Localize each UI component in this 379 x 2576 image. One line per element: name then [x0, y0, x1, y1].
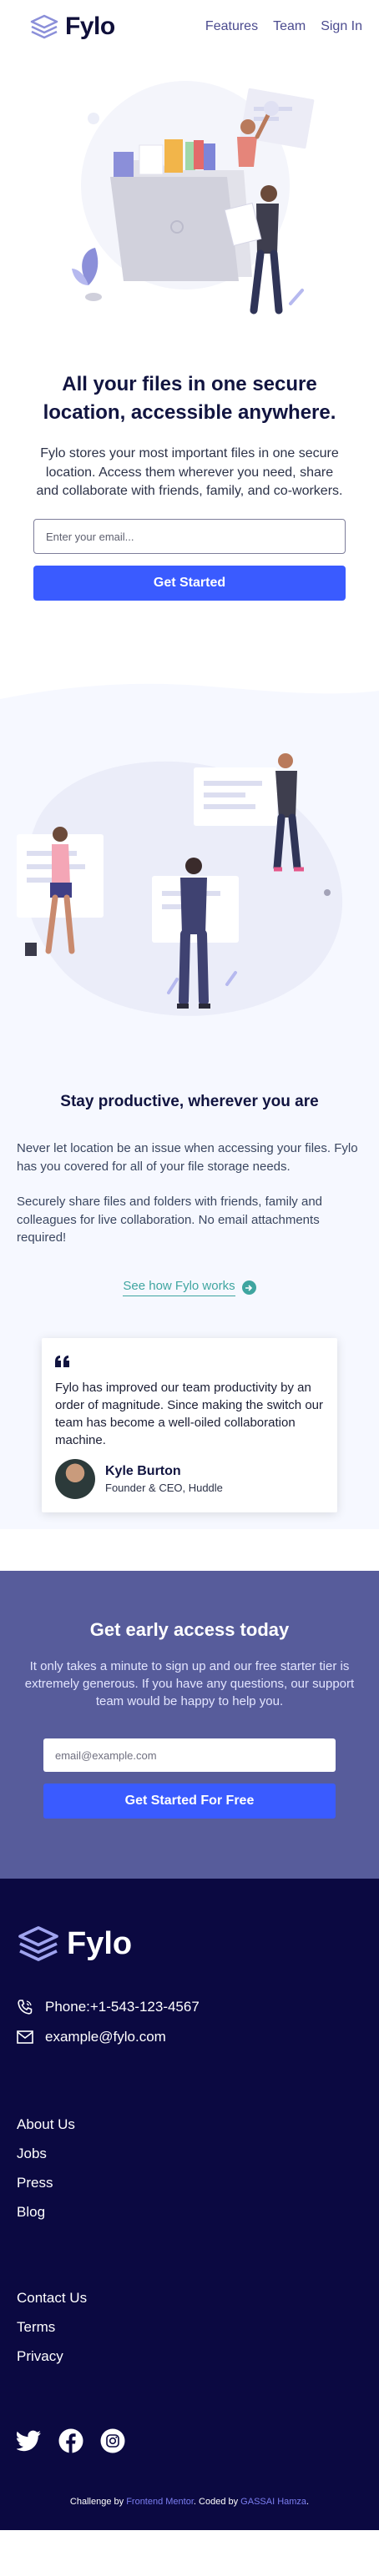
hero-text: Fylo stores your most important files in… — [36, 446, 343, 498]
author-link[interactable]: GASSAI Hamza — [240, 2497, 306, 2507]
nav-team[interactable]: Team — [273, 19, 306, 34]
site-header: Fylo Features Team Sign In — [0, 0, 379, 53]
footer-link-jobs[interactable]: Jobs — [17, 2146, 362, 2161]
footer-links-2: Contact Us Terms Privacy — [17, 2291, 362, 2363]
footer-link-blog[interactable]: Blog — [17, 2205, 362, 2219]
arrow-right-icon — [241, 1280, 256, 1296]
get-started-free-button[interactable]: Get Started For Free — [43, 1784, 336, 1819]
hero-title: All your files in one secure location, a… — [43, 373, 336, 424]
author-name: Kyle Burton — [105, 1464, 181, 1479]
main-nav: Features Team Sign In — [205, 19, 362, 34]
facebook-icon[interactable] — [58, 2428, 83, 2454]
see-how-link[interactable]: See how Fylo works — [0, 1279, 379, 1297]
attribution-middle: . Coded by — [193, 2497, 241, 2508]
wave-divider — [0, 684, 379, 707]
nav-features[interactable]: Features — [205, 19, 258, 34]
phone-text: Phone:+1-543-123-4567 — [45, 1999, 200, 2015]
phone-icon — [18, 2000, 33, 2015]
testimonial-quote: Fylo has improved our team productivity … — [55, 1381, 323, 1448]
footer-logo[interactable]: Fylo — [17, 1925, 362, 1962]
testimonial-card: Fylo has improved our team productivity … — [42, 1338, 337, 1513]
contact-phone[interactable]: Phone:+1-543-123-4567 — [17, 1999, 362, 2015]
contact-email[interactable]: example@fylo.com — [17, 2029, 362, 2045]
footer-link-terms[interactable]: Terms — [17, 2320, 362, 2334]
twitter-icon[interactable] — [17, 2430, 42, 2452]
productive-section: Stay productive, wherever you are Never … — [0, 684, 379, 1530]
logo[interactable]: Fylo — [30, 13, 115, 41]
early-access-title: Get early access today — [89, 1619, 290, 1641]
author-role: Founder & CEO, Huddle — [105, 1482, 223, 1495]
email-icon — [17, 2030, 33, 2044]
site-footer: Fylo Phone:+1-543-123-4567 example@fylo.… — [0, 1879, 379, 2531]
productive-paragraph-2: Securely share files and folders with fr… — [17, 1194, 323, 1245]
footer-link-privacy[interactable]: Privacy — [17, 2349, 362, 2363]
attribution: Challenge by Frontend Mentor. Coded by G… — [17, 2497, 362, 2507]
attribution-prefix: Challenge by — [69, 2497, 127, 2508]
productive-title: Stay productive, wherever you are — [60, 1093, 319, 1111]
nav-sign-in[interactable]: Sign In — [321, 19, 362, 34]
productive-paragraph-1: Never let location be an issue when acce… — [17, 1141, 358, 1175]
early-access-email-input[interactable]: email@example.com — [43, 1738, 336, 1773]
social-links — [17, 2428, 362, 2454]
attribution-suffix: . — [306, 2497, 310, 2508]
get-started-button[interactable]: Get Started — [33, 566, 346, 601]
testimonial-author: Kyle Burton Founder & CEO, Huddle — [55, 1459, 324, 1500]
frontend-mentor-link[interactable]: Frontend Mentor — [126, 2497, 194, 2507]
logo-text: Fylo — [65, 13, 115, 40]
footer-logo-text: Fylo — [67, 1925, 133, 1961]
footer-link-contact[interactable]: Contact Us — [17, 2291, 362, 2305]
quote-icon — [55, 1356, 69, 1368]
fylo-logo-icon — [30, 14, 58, 39]
early-access-section: Get early access today It only takes a m… — [0, 1571, 379, 1879]
productive-illustration — [0, 701, 379, 1051]
footer-link-about[interactable]: About Us — [17, 2117, 362, 2131]
avatar — [55, 1459, 95, 1500]
early-access-text: It only takes a minute to sign up and ou… — [24, 1659, 355, 1709]
footer-link-press[interactable]: Press — [17, 2176, 362, 2190]
hero-email-input[interactable]: Enter your email... — [33, 519, 346, 555]
hero-section: All your files in one secure location, a… — [0, 53, 379, 601]
instagram-icon[interactable] — [100, 2428, 125, 2453]
fylo-logo-icon — [18, 1926, 58, 1962]
hero-illustration — [33, 53, 346, 334]
see-how-link-text: See how Fylo works — [123, 1279, 235, 1297]
footer-links-1: About Us Jobs Press Blog — [17, 2117, 362, 2219]
email-text: example@fylo.com — [45, 2029, 166, 2045]
